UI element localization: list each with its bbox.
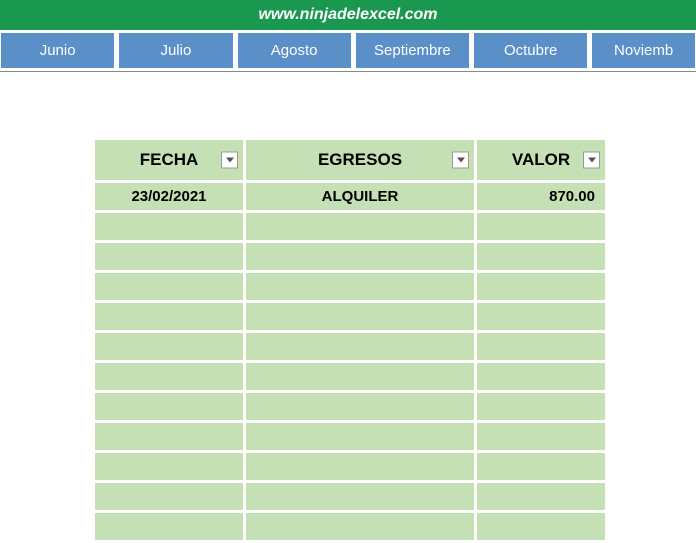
table-row[interactable]: 23/02/2021ALQUILER870.00 [95,183,605,210]
empty-cell[interactable] [477,393,605,420]
table-row[interactable] [95,213,605,240]
header-url-bar: www.ninjadelexcel.com [0,0,696,30]
empty-cell[interactable] [95,513,243,540]
empty-cell[interactable] [477,273,605,300]
filter-dropdown-icon[interactable] [221,152,238,169]
table-row[interactable] [95,273,605,300]
empty-cell[interactable] [477,333,605,360]
table-row[interactable] [95,483,605,510]
tab-julio[interactable]: Julio [118,32,233,69]
empty-cell[interactable] [246,333,474,360]
empty-cell[interactable] [477,213,605,240]
empty-cell[interactable] [246,273,474,300]
table-row[interactable] [95,333,605,360]
table-row[interactable] [95,243,605,270]
empty-cell[interactable] [477,453,605,480]
cell-fecha[interactable]: 23/02/2021 [95,183,243,210]
tab-junio[interactable]: Junio [0,32,115,69]
table-row[interactable] [95,303,605,330]
empty-cell[interactable] [477,483,605,510]
table-row[interactable] [95,393,605,420]
table-header-row: FECHA EGRESOS VALOR [95,140,605,180]
empty-cell[interactable] [95,213,243,240]
empty-cell[interactable] [95,243,243,270]
tab-agosto[interactable]: Agosto [237,32,352,69]
empty-cell[interactable] [246,393,474,420]
data-table: FECHA EGRESOS VALOR 23/02/2021ALQUILER87… [92,137,608,543]
cell-egresos[interactable]: ALQUILER [246,183,474,210]
table-row[interactable] [95,363,605,390]
header-egresos-label: EGRESOS [318,150,402,169]
empty-cell[interactable] [477,243,605,270]
header-fecha: FECHA [95,140,243,180]
empty-cell[interactable] [246,423,474,450]
filter-dropdown-icon[interactable] [583,152,600,169]
header-valor-label: VALOR [512,150,570,169]
empty-cell[interactable] [95,393,243,420]
empty-cell[interactable] [95,453,243,480]
empty-cell[interactable] [95,273,243,300]
empty-cell[interactable] [246,483,474,510]
header-fecha-label: FECHA [140,150,199,169]
empty-cell[interactable] [95,303,243,330]
empty-cell[interactable] [95,333,243,360]
tab-noviembre[interactable]: Noviemb [591,32,696,69]
empty-cell[interactable] [477,303,605,330]
tab-octubre[interactable]: Octubre [473,32,588,69]
month-tabs-row: Junio Julio Agosto Septiembre Octubre No… [0,30,696,72]
content-area: FECHA EGRESOS VALOR 23/02/2021ALQUILER87… [0,72,696,543]
cell-valor[interactable]: 870.00 [477,183,605,210]
header-url-text: www.ninjadelexcel.com [258,6,437,23]
header-valor: VALOR [477,140,605,180]
empty-cell[interactable] [477,423,605,450]
empty-cell[interactable] [246,303,474,330]
table-row[interactable] [95,423,605,450]
table-row[interactable] [95,513,605,540]
empty-cell[interactable] [246,213,474,240]
filter-dropdown-icon[interactable] [452,152,469,169]
empty-cell[interactable] [477,363,605,390]
empty-cell[interactable] [246,453,474,480]
empty-cell[interactable] [246,513,474,540]
table-body: 23/02/2021ALQUILER870.00 [95,183,605,540]
empty-cell[interactable] [95,483,243,510]
table-row[interactable] [95,453,605,480]
empty-cell[interactable] [246,243,474,270]
empty-cell[interactable] [95,423,243,450]
empty-cell[interactable] [477,513,605,540]
header-egresos: EGRESOS [246,140,474,180]
tab-septiembre[interactable]: Septiembre [355,32,470,69]
empty-cell[interactable] [246,363,474,390]
empty-cell[interactable] [95,363,243,390]
